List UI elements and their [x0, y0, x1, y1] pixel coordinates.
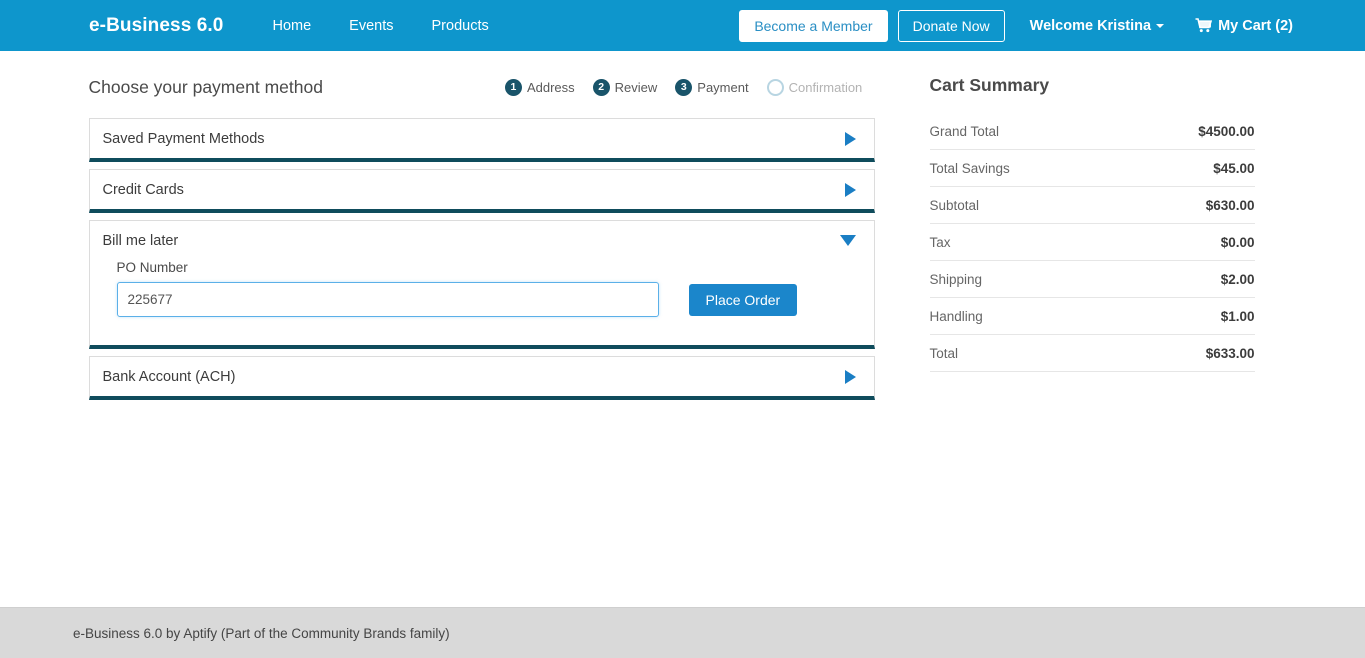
step-payment[interactable]: 3 Payment: [675, 78, 749, 96]
shopping-cart-icon: [1195, 18, 1213, 33]
nav-item-events[interactable]: Events: [330, 18, 412, 34]
cart-row-total: Total $633.00: [929, 335, 1255, 372]
po-number-row: Place Order: [116, 282, 861, 317]
cart-row-value: $45.00: [1213, 160, 1255, 176]
accordion-header[interactable]: Credit Cards: [90, 170, 874, 209]
po-number-label: PO Number: [116, 260, 188, 275]
cart-row-value: $0.00: [1220, 234, 1255, 250]
accordion-title: Saved Payment Methods: [102, 130, 265, 147]
cart-row-grand-total: Grand Total $4500.00: [929, 113, 1255, 150]
step-confirmation-circle-icon: [766, 78, 784, 96]
accordion-credit-cards[interactable]: Credit Cards: [88, 169, 875, 213]
step-review-number: 2: [592, 78, 610, 96]
cart-summary-panel: Cart Summary Grand Total $4500.00 Total …: [929, 72, 1255, 407]
cart-row-label: Tax: [929, 234, 951, 250]
cart-row-value: $630.00: [1205, 197, 1255, 213]
my-cart-link[interactable]: My Cart (2): [1195, 18, 1293, 34]
user-menu[interactable]: Welcome Kristina: [1029, 17, 1165, 34]
cart-summary-rows: Grand Total $4500.00 Total Savings $45.0…: [929, 113, 1255, 372]
chevron-down-icon[interactable]: [839, 235, 856, 246]
nav-item-products[interactable]: Products: [413, 18, 508, 34]
cart-row-label: Total: [929, 345, 959, 361]
bill-me-later-form: PO Number Place Order: [90, 260, 874, 345]
accordion-bank-account-ach[interactable]: Bank Account (ACH): [88, 356, 875, 400]
primary-nav: Home Events Products: [253, 18, 507, 34]
step-confirmation: Confirmation: [766, 78, 863, 96]
page-footer: e-Business 6.0 by Aptify (Part of the Co…: [0, 607, 1365, 658]
cart-row-label: Total Savings: [929, 160, 1010, 176]
cart-row-shipping: Shipping $2.00: [929, 261, 1255, 298]
my-cart-label: My Cart (2): [1218, 17, 1293, 34]
step-confirmation-label: Confirmation: [788, 79, 863, 95]
payment-method-column: Choose your payment method 1 Address 2 R…: [88, 72, 875, 407]
accordion-header[interactable]: Saved Payment Methods: [90, 119, 874, 158]
brand-logo[interactable]: e-Business 6.0: [89, 15, 223, 37]
page-body: Choose your payment method 1 Address 2 R…: [0, 51, 1365, 607]
cart-row-value: $2.00: [1220, 271, 1255, 287]
cart-row-label: Subtotal: [929, 197, 980, 213]
cart-summary-title: Cart Summary: [929, 75, 1050, 95]
accordion-title: Credit Cards: [102, 181, 184, 198]
step-review[interactable]: 2 Review: [592, 78, 658, 96]
chevron-right-icon[interactable]: [844, 182, 856, 197]
cart-row-subtotal: Subtotal $630.00: [929, 187, 1255, 224]
accordion-saved-payment-methods[interactable]: Saved Payment Methods: [88, 118, 875, 162]
step-address-number: 1: [504, 78, 522, 96]
cart-row-label: Handling: [929, 308, 983, 324]
checkout-step-indicator: 1 Address 2 Review 3 Payment Confirmatio…: [504, 78, 863, 96]
footer-text: e-Business 6.0 by Aptify (Part of the Co…: [73, 625, 450, 641]
cart-row-handling: Handling $1.00: [929, 298, 1255, 335]
chevron-right-icon[interactable]: [844, 131, 856, 146]
step-address[interactable]: 1 Address: [504, 78, 575, 96]
step-address-label: Address: [526, 79, 575, 95]
cart-row-total-savings: Total Savings $45.00: [929, 150, 1255, 187]
step-payment-label: Payment: [697, 79, 749, 95]
accordion-header[interactable]: Bank Account (ACH): [90, 357, 874, 396]
donate-now-button[interactable]: Donate Now: [897, 9, 1005, 42]
cart-row-value: $4500.00: [1198, 123, 1255, 139]
nav-right-group: Become a Member Donate Now Welcome Krist…: [739, 9, 1351, 42]
cart-row-value: $1.00: [1220, 308, 1255, 324]
po-number-input[interactable]: [116, 282, 659, 317]
become-a-member-button[interactable]: Become a Member: [739, 9, 888, 42]
nav-item-home[interactable]: Home: [253, 18, 330, 34]
step-payment-number: 3: [675, 78, 693, 96]
page-title: Choose your payment method: [88, 76, 323, 97]
page-header-row: Choose your payment method 1 Address 2 R…: [89, 72, 875, 102]
step-review-label: Review: [614, 79, 658, 95]
accordion-bill-me-later[interactable]: Bill me later PO Number Place Order: [88, 220, 875, 349]
chevron-right-icon[interactable]: [844, 369, 856, 384]
accordion-header[interactable]: Bill me later: [90, 221, 874, 260]
top-navigation-bar: e-Business 6.0 Home Events Products Beco…: [0, 0, 1365, 51]
user-menu-label: Welcome Kristina: [1029, 17, 1152, 34]
accordion-title: Bill me later: [102, 232, 179, 249]
cart-row-label: Shipping: [929, 271, 983, 287]
cart-row-tax: Tax $0.00: [929, 224, 1255, 261]
cart-row-value: $633.00: [1205, 345, 1255, 361]
place-order-button[interactable]: Place Order: [688, 283, 798, 316]
cart-row-label: Grand Total: [929, 123, 1000, 139]
chevron-down-icon: [1156, 23, 1165, 28]
accordion-title: Bank Account (ACH): [102, 368, 236, 385]
content-container: Choose your payment method 1 Address 2 R…: [88, 51, 1277, 407]
